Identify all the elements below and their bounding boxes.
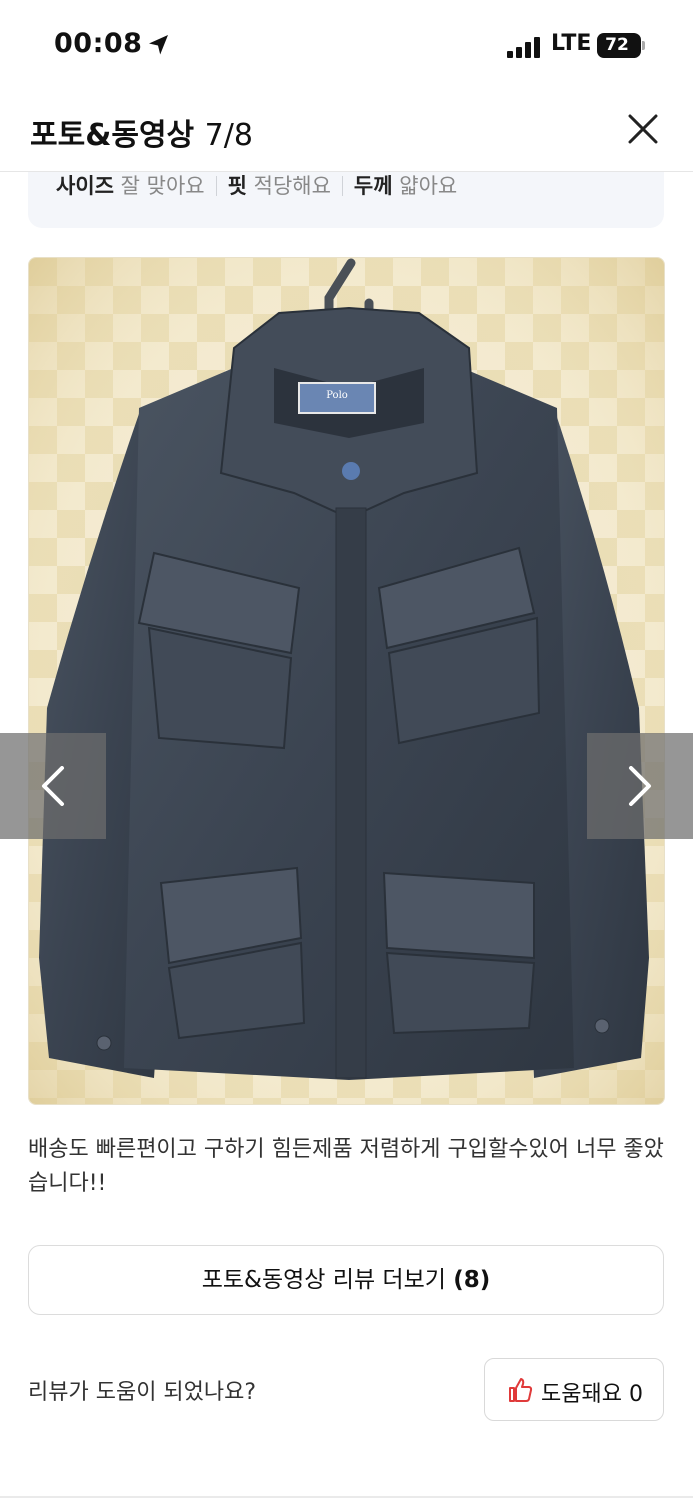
chevron-right-icon xyxy=(629,766,651,806)
photo-counter: 7/8 xyxy=(204,118,253,153)
summary-key-thickness: 두께 xyxy=(353,174,393,198)
review-summary-row: 사이즈 잘 맞아요 핏 적당해요 두께 얇아요 xyxy=(56,170,457,200)
more-photo-reviews-label: 포토&동영상 리뷰 더보기 xyxy=(201,1267,446,1293)
location-arrow-icon xyxy=(149,35,168,55)
jacket-photo-image: Polo xyxy=(29,258,664,1104)
cellular-signal-icon xyxy=(507,36,543,58)
summary-value-fit: 적당해요 xyxy=(253,174,331,198)
battery-icon: 72 xyxy=(597,33,645,58)
more-photo-reviews-button[interactable]: 포토&동영상 리뷰 더보기 (8) xyxy=(28,1245,664,1315)
divider xyxy=(0,1496,693,1498)
helpful-button[interactable]: 도움돼요 0 xyxy=(484,1358,664,1421)
status-time: 00:08 xyxy=(54,28,143,59)
helpful-button-label: 도움돼요 0 xyxy=(541,1382,643,1407)
summary-value-size: 잘 맞아요 xyxy=(120,174,205,198)
page-title-label: 포토&동영상 xyxy=(30,118,195,153)
summary-value-thickness: 얇아요 xyxy=(399,174,458,198)
summary-key-fit: 핏 xyxy=(227,174,247,198)
next-photo-button[interactable] xyxy=(587,733,693,839)
brand-label: Polo xyxy=(326,390,348,401)
chevron-left-icon xyxy=(42,766,64,806)
close-icon[interactable] xyxy=(622,108,664,150)
summary-key-size: 사이즈 xyxy=(56,174,114,198)
review-text: 배송도 빠른편이고 구하기 힘든제품 저렴하게 구입할수있어 너무 좋았습니다!… xyxy=(28,1137,664,1196)
network-type: LTE xyxy=(551,31,592,56)
page-title: 포토&동영상 7/8 xyxy=(30,110,253,154)
review-photo: Polo xyxy=(28,257,665,1105)
previous-photo-button[interactable] xyxy=(0,733,106,839)
battery-level: 72 xyxy=(605,35,629,55)
helpful-question: 리뷰가 도움이 되었나요? xyxy=(28,1380,257,1405)
thumbs-up-icon xyxy=(509,1378,533,1402)
more-photo-reviews-count: (8) xyxy=(453,1267,491,1293)
status-bar: 00:08 LTE 72 xyxy=(0,0,693,92)
photo-viewer-header: 포토&동영상 7/8 xyxy=(0,92,693,172)
